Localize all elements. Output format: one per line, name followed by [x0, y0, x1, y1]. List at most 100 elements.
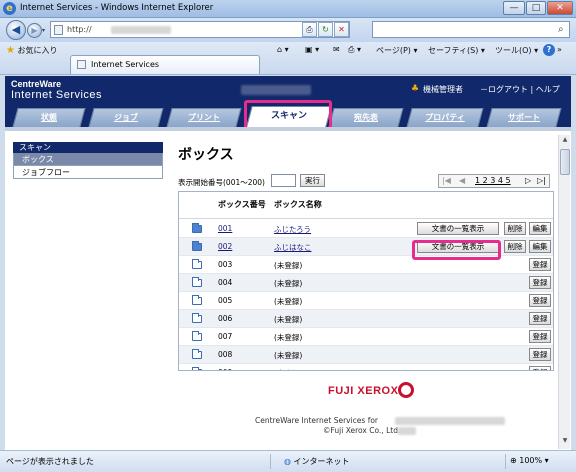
window-title-bar: e Internet Services - Windows Internet E… — [0, 0, 576, 18]
safety-menu[interactable]: セーフティ(S) ▾ — [428, 45, 485, 56]
star-icon: ★ — [6, 45, 15, 56]
first-page-icon[interactable]: |◀ — [442, 176, 451, 185]
register-button[interactable]: 登録 — [529, 330, 551, 343]
box-name: (未登録) — [274, 333, 303, 342]
box-name[interactable]: ふじはなこ — [274, 242, 312, 253]
zoom-control[interactable]: ⊕ 100% ▾ — [510, 456, 549, 465]
address-bar: ◀ ▶ ▾ http:// ⎙ ↻ ✕ ⌕ — [0, 18, 576, 42]
compatibility-view-icon[interactable]: ⎙ — [302, 22, 317, 37]
favorites-button[interactable]: ★ お気に入り — [6, 45, 58, 56]
page-numbers[interactable]: 1 2 3 4 5 — [475, 176, 511, 185]
delete-button[interactable]: 削除 — [504, 222, 526, 235]
search-input[interactable]: ⌕ — [372, 21, 570, 38]
register-button[interactable]: 登録 — [529, 366, 551, 370]
box-number[interactable]: 002 — [218, 242, 232, 251]
scroll-thumb[interactable] — [560, 149, 570, 175]
tab-address-book[interactable]: 宛先表 — [328, 108, 404, 127]
tab-divider — [5, 127, 571, 131]
box-name[interactable]: ふじたろう — [274, 224, 311, 235]
home-icon[interactable]: ⌂ ▾ — [277, 45, 289, 54]
scroll-up-icon[interactable]: ▲ — [560, 136, 570, 146]
zone-label: インターネット — [293, 457, 350, 466]
url-host-redacted — [111, 26, 171, 34]
chevron-icon[interactable]: » — [557, 45, 562, 54]
box-number: 003 — [218, 260, 233, 269]
tab-page-icon — [77, 60, 86, 69]
box-number: 008 — [218, 350, 233, 359]
footer-copyright: ©Fuji Xerox Co., Ltd. — [323, 426, 401, 435]
start-number-input[interactable] — [271, 174, 296, 187]
prev-page-icon[interactable]: ◀ — [459, 176, 465, 185]
box-number: 004 — [218, 278, 233, 287]
table-row: 007 (未登録) 登録 — [179, 328, 553, 346]
history-dropdown-icon[interactable]: ▾ — [42, 27, 45, 34]
logout-help-links[interactable]: －ログアウト | ヘルプ — [480, 84, 560, 95]
status-text: ページが表示されました — [6, 457, 94, 466]
next-page-icon[interactable]: ▷ — [525, 176, 531, 185]
box-number[interactable]: 001 — [218, 224, 232, 233]
mail-icon[interactable]: ✉ — [333, 45, 340, 54]
register-button[interactable]: 登録 — [529, 312, 551, 325]
maximize-button[interactable]: □ — [526, 1, 546, 15]
tools-menu[interactable]: ツール(O) ▾ — [495, 45, 538, 56]
minimize-button[interactable]: — — [503, 1, 525, 15]
document-list-highlight — [412, 240, 501, 260]
tab-jobs[interactable]: ジョブ — [88, 108, 164, 127]
left-menu: スキャン ボックス ジョブフロー — [13, 142, 163, 179]
status-separator — [505, 454, 506, 469]
last-page-icon[interactable]: ▷| — [537, 176, 546, 185]
tab-status[interactable]: 状態 — [12, 108, 86, 127]
help-icon[interactable]: ? — [543, 44, 555, 56]
table-row: 004 (未登録) 登録 — [179, 274, 553, 292]
back-arrow-icon[interactable]: ◀ — [6, 20, 26, 40]
footer-model-redacted — [395, 417, 505, 425]
table-row: 001 ふじたろう 文書の一覧表示 削除 編集 — [179, 220, 553, 238]
box-number: 005 — [218, 296, 233, 305]
folder-icon — [192, 241, 202, 251]
search-icon[interactable]: ⌕ — [558, 24, 564, 35]
register-button[interactable]: 登録 — [529, 294, 551, 307]
box-number: 006 — [218, 314, 233, 323]
edit-button[interactable]: 編集 — [529, 240, 551, 253]
left-menu-item-jobflow[interactable]: ジョブフロー — [13, 166, 163, 179]
print-icon[interactable]: ⎙ ▾ — [348, 45, 361, 55]
page-scrollbar[interactable]: ▲ ▼ — [558, 135, 570, 449]
tab-properties[interactable]: プロパティ — [406, 108, 484, 127]
tab-support[interactable]: サポート — [486, 108, 562, 127]
stop-icon[interactable]: ✕ — [334, 22, 349, 37]
page-menu[interactable]: ページ(P) ▾ — [376, 45, 417, 56]
folder-icon — [192, 223, 202, 233]
register-button[interactable]: 登録 — [529, 258, 551, 271]
table-row: 008 (未登録) 登録 — [179, 346, 553, 364]
refresh-icon[interactable]: ↻ — [318, 22, 333, 37]
register-button[interactable]: 登録 — [529, 348, 551, 361]
pager: |◀ ◀ 1 2 3 4 5 ▷ ▷| — [438, 174, 550, 188]
register-button[interactable]: 登録 — [529, 276, 551, 289]
zoom-label: 100% — [519, 456, 543, 465]
box-name: (未登録) — [274, 368, 302, 370]
document-list-button[interactable]: 文書の一覧表示 — [417, 222, 499, 235]
delete-button[interactable]: 削除 — [504, 240, 526, 253]
footer-product: CentreWare Internet Services for — [255, 416, 379, 425]
box-number: 007 — [218, 332, 233, 341]
edit-button[interactable]: 編集 — [529, 222, 551, 235]
browser-tab[interactable]: Internet Services — [70, 55, 260, 74]
feeds-icon[interactable]: ▣ ▾ — [305, 45, 319, 54]
run-button[interactable]: 実行 — [300, 174, 325, 187]
folder-icon — [192, 277, 202, 287]
page-title: ボックス — [178, 147, 234, 163]
box-name: (未登録) — [274, 279, 303, 288]
window-title: Internet Services - Windows Internet Exp… — [20, 3, 214, 13]
tab-print[interactable]: プリント — [166, 108, 242, 127]
folder-icon — [192, 349, 202, 359]
folder-icon — [192, 367, 202, 370]
close-button[interactable]: ✕ — [547, 1, 573, 15]
forward-arrow-icon[interactable]: ▶ — [27, 23, 42, 38]
box-name: (未登録) — [274, 297, 303, 306]
folder-icon — [192, 331, 202, 341]
scan-tab-highlight — [244, 100, 332, 130]
logo-line2: Internet Services — [11, 89, 103, 101]
left-menu-item-box[interactable]: ボックス — [13, 153, 163, 166]
range-label: 表示開始番号(001～200) — [178, 178, 265, 187]
scroll-down-icon[interactable]: ▼ — [560, 437, 570, 447]
